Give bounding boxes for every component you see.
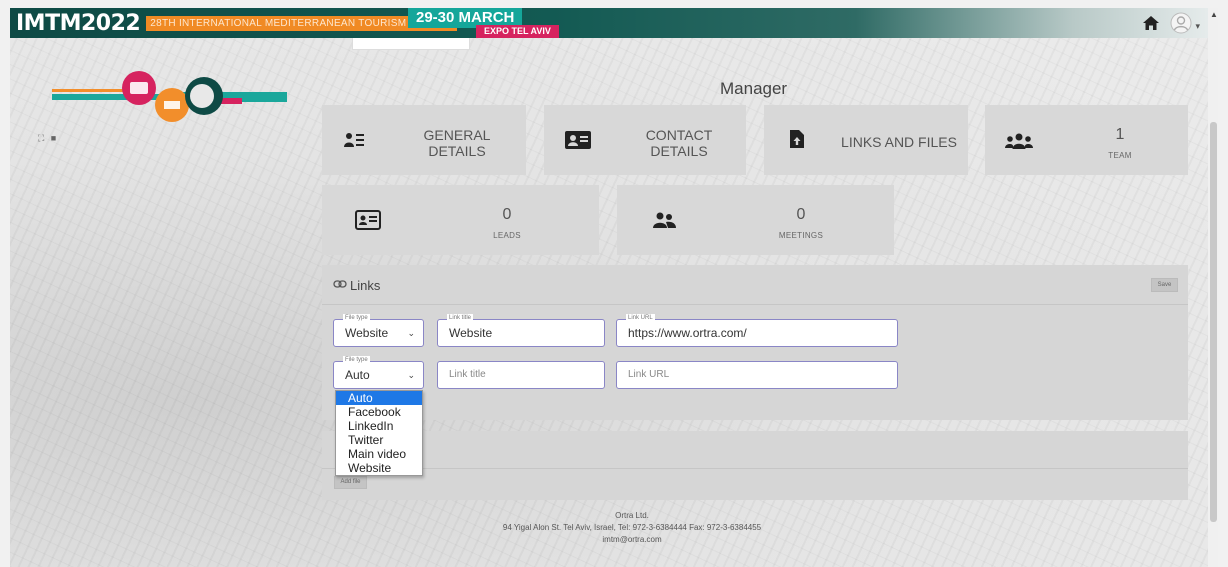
file-type-value: Auto xyxy=(345,368,370,382)
link-url-input[interactable]: Link URL xyxy=(616,361,898,389)
leads-count: 0 xyxy=(502,206,512,223)
files-panel: Add file xyxy=(322,431,1188,500)
chevron-down-icon: ⌄ xyxy=(407,370,415,380)
file-type-value: Website xyxy=(345,326,389,340)
files-header xyxy=(322,431,1188,469)
dropdown-option[interactable]: Main video xyxy=(336,447,422,461)
company-logo xyxy=(52,71,287,122)
card-label-line1: GENERAL xyxy=(423,127,491,143)
file-type-select[interactable]: File type Auto ⌄ xyxy=(333,356,424,389)
event-logo[interactable]: IMTM2022 xyxy=(16,11,141,36)
event-location: EXPO TEL AVIV xyxy=(476,25,559,38)
dropdown-option[interactable]: Auto xyxy=(336,391,422,405)
id-card-icon xyxy=(355,210,381,230)
dropdown-option[interactable]: Website xyxy=(336,461,422,475)
list-icon xyxy=(344,133,364,147)
chevron-down-icon: ⌄ xyxy=(407,328,415,338)
contact-card-icon xyxy=(565,131,591,149)
link-url-input[interactable]: Link URL https://www.ortra.com/ xyxy=(616,314,898,347)
link-title-input[interactable]: Link title xyxy=(437,361,605,389)
team-icon xyxy=(1005,133,1033,149)
file-upload-icon xyxy=(790,130,804,148)
dropdown-option[interactable]: LinkedIn xyxy=(336,419,422,433)
top-banner: IMTM2022 28TH INTERNATIONAL MEDITERRANEA… xyxy=(10,8,1218,38)
fullscreen-icon[interactable]: ⛶ ■ xyxy=(38,133,58,144)
link-title-input[interactable]: Link title Website xyxy=(437,314,605,347)
user-icon[interactable] xyxy=(1170,12,1192,34)
field-label: Link URL xyxy=(626,314,655,322)
file-type-select[interactable]: File type Website ⌄ xyxy=(333,314,424,347)
meetings-count: 0 xyxy=(796,206,806,223)
users-icon xyxy=(653,212,676,228)
save-button[interactable]: Save xyxy=(1151,278,1178,292)
card-label-line2: DETAILS xyxy=(428,143,486,159)
card-links-and-files[interactable]: LINKS AND FILES xyxy=(764,105,968,175)
field-label: Link title xyxy=(447,314,474,322)
footer-company: Ortra Ltd. xyxy=(615,511,649,520)
card-label-line1: CONTACT xyxy=(645,127,713,143)
footer: Ortra Ltd. 94 Yigal Alon St. Tel Aviv, I… xyxy=(322,510,942,546)
card-team[interactable]: 1 TEAM xyxy=(985,105,1188,175)
meetings-label: MEETINGS xyxy=(778,231,824,240)
scroll-up-arrow-icon[interactable]: ▲ xyxy=(1210,10,1218,19)
card-general-details[interactable]: GENERAL DETAILS xyxy=(322,105,526,175)
home-icon[interactable] xyxy=(1142,15,1160,31)
user-menu-caret-icon[interactable]: ▾ xyxy=(1195,21,1200,32)
links-header: Links Save xyxy=(322,265,1188,305)
link-url-value: https://www.ortra.com/ xyxy=(628,326,747,340)
footer-address: 94 Yigal Alon St. Tel Aviv, Israel, Tel:… xyxy=(502,523,762,532)
card-label-line2: DETAILS xyxy=(650,143,708,159)
team-count: 1 xyxy=(1115,126,1125,143)
dropdown-option[interactable]: Twitter xyxy=(336,433,422,447)
link-icon xyxy=(333,280,347,288)
link-title-placeholder: Link title xyxy=(449,369,486,380)
link-url-placeholder: Link URL xyxy=(628,369,670,380)
search-box[interactable] xyxy=(352,38,470,50)
add-file-button[interactable]: Add file xyxy=(334,476,367,489)
dropdown-option[interactable]: Facebook xyxy=(336,405,422,419)
card-leads[interactable]: 0 LEADS xyxy=(322,185,599,255)
page-title: Manager xyxy=(720,79,788,98)
team-label: TEAM xyxy=(1108,151,1132,160)
scrollbar-thumb[interactable] xyxy=(1210,122,1217,522)
leads-label: LEADS xyxy=(493,231,521,240)
field-label: File type xyxy=(343,356,370,364)
card-contact-details[interactable]: CONTACT DETAILS xyxy=(544,105,746,175)
file-type-dropdown[interactable]: Auto Facebook LinkedIn Twitter Main vide… xyxy=(335,390,423,476)
card-label: LINKS AND FILES xyxy=(841,134,957,150)
footer-email[interactable]: imtm@ortra.com xyxy=(322,534,942,546)
links-title: Links xyxy=(350,278,381,293)
card-meetings[interactable]: 0 MEETINGS xyxy=(617,185,894,255)
field-label: File type xyxy=(343,314,370,322)
link-title-value: Website xyxy=(449,326,493,340)
